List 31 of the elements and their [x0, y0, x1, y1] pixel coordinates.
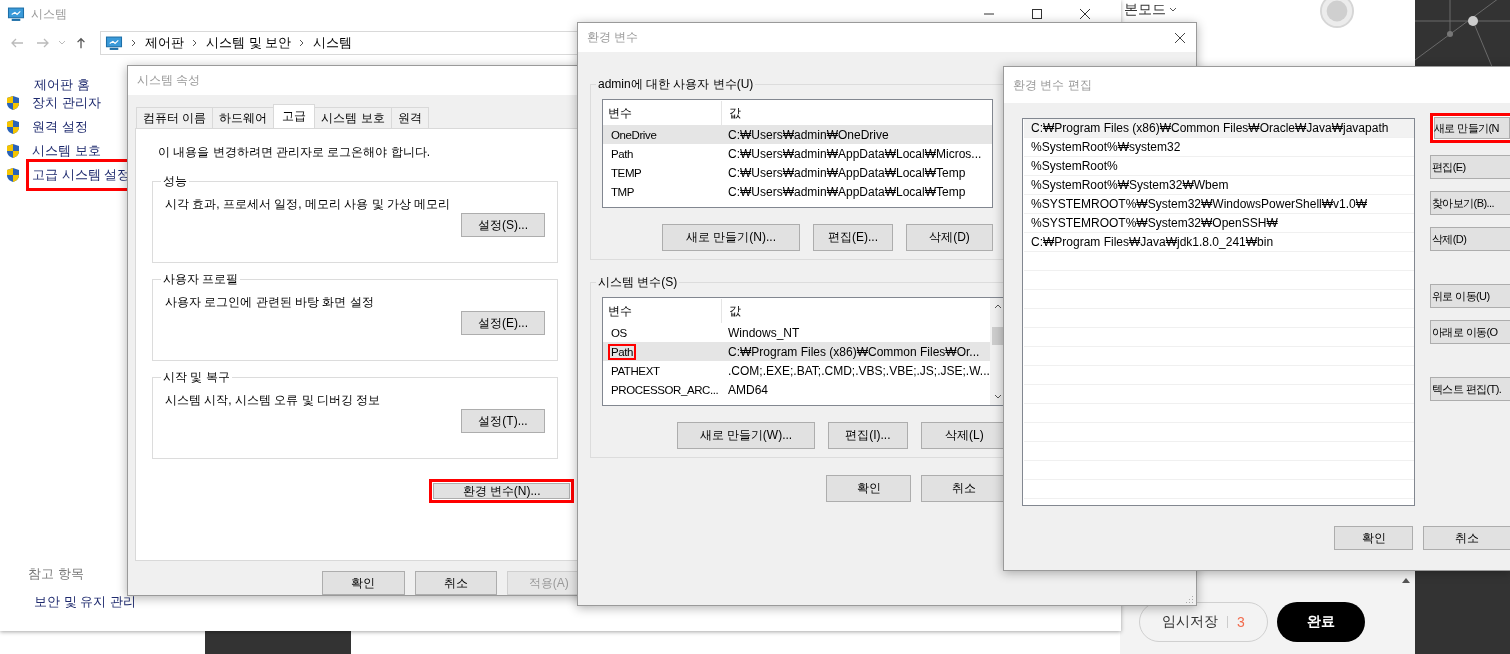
table-cell: Path	[608, 343, 637, 360]
table-cell: C:₩Users₩admin₩AppData₩Local₩Temp	[728, 184, 966, 199]
dialog-title: 환경 변수	[587, 29, 639, 46]
draft-count: 3	[1237, 614, 1245, 630]
table-cell: .COM;.EXE;.BAT;.CMD;.VBS;.VBE;.JS;.JSE;.W...	[728, 363, 990, 378]
table-cell: C:₩Program Files (x86)₩Common Files₩Or...	[728, 344, 980, 359]
table-cell: C:₩Users₩admin₩AppData₩Local₩Temp	[728, 165, 966, 180]
notice-text: 이 내용을 변경하려면 관리자로 로그온해야 합니다.	[158, 144, 431, 161]
group-description: 사용자 로그인에 관련된 바탕 화면 설정	[165, 294, 375, 311]
group-description: 시스템 시작, 시스템 오류 및 디버깅 정보	[165, 392, 382, 409]
section-heading: 참고 항목	[28, 565, 85, 583]
dialog-title: 시스템 속성	[137, 72, 201, 89]
window-title: 시스템	[31, 5, 67, 23]
table-cell: C:₩Users₩admin₩OneDrive	[728, 127, 889, 142]
table-cell-text: PROCESSOR_ARC...	[610, 382, 720, 398]
table-cell: AMD64	[728, 382, 768, 397]
dialog-title: 환경 변수 편집	[1013, 76, 1092, 94]
group-title: 성능	[162, 173, 188, 190]
table-cell-text: OS	[610, 325, 628, 341]
group-description: 시각 효과, 프로세서 일정, 메모리 사용 및 가상 메모리	[165, 196, 452, 213]
table-cell: C:₩Users₩admin₩AppData₩Local₩Micros...	[728, 146, 982, 161]
group-title: 사용자 프로필	[162, 271, 240, 288]
table-cell-text: Path	[610, 146, 635, 162]
table-cell-text: PATHEXT	[610, 363, 661, 379]
table-cell-text: TMP	[610, 184, 636, 200]
group-title: admin에 대한 사용자 변수(U)	[597, 76, 755, 93]
table-cell: Windows_NT	[728, 325, 800, 340]
group-title: 시작 및 복구	[162, 369, 231, 386]
table-cell-text: OneDrive	[610, 127, 658, 143]
group-title: 시스템 변수(S)	[597, 274, 679, 291]
table-cell-text: TEMP	[610, 165, 643, 181]
